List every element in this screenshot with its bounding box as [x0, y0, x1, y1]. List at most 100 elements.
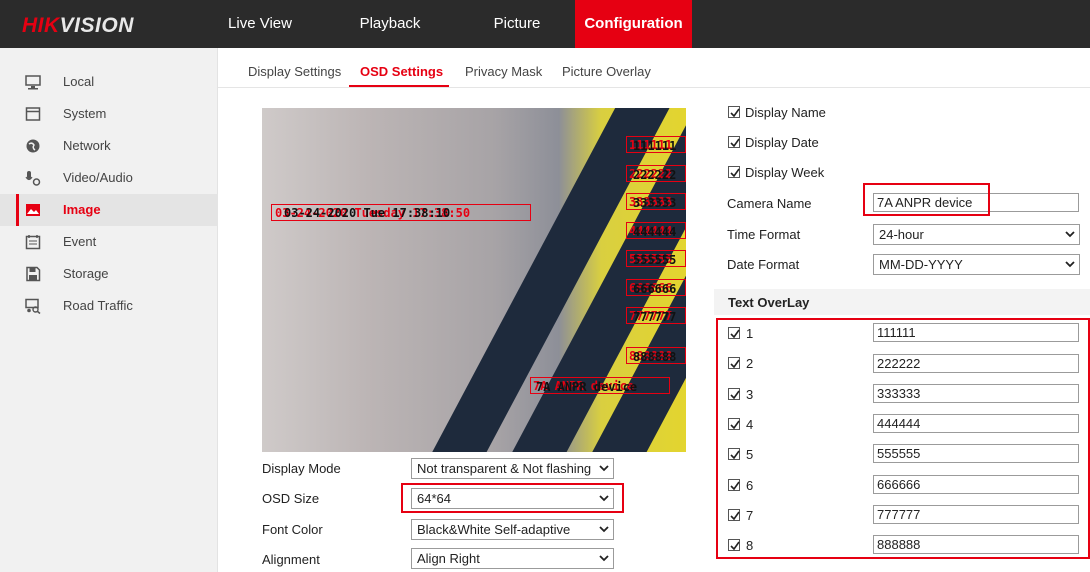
camera-name-label: Camera Name — [727, 196, 812, 211]
overlay-8-label: 8 — [746, 538, 754, 553]
tab-display-settings[interactable]: Display Settings — [248, 64, 341, 79]
highlight-box — [401, 483, 624, 513]
monitor-icon — [25, 75, 41, 90]
chevron-down-icon — [599, 465, 609, 472]
overlay-7-input[interactable]: 777777 — [873, 505, 1079, 524]
sidebar-item-label: Road Traffic — [63, 298, 133, 313]
nav-playback[interactable]: Playback — [350, 0, 430, 48]
overlay-4-input[interactable]: 444444 — [873, 414, 1079, 433]
osd-overlay-6[interactable]: 666666 666666 — [626, 279, 686, 296]
top-bar: HIKVISION Live View Playback Picture Con… — [0, 0, 1090, 48]
globe-icon — [26, 139, 40, 153]
overlay-6-input[interactable]: 666666 — [873, 475, 1079, 494]
osd-overlay-3[interactable]: 333333 333333 — [626, 193, 686, 210]
date-format-label: Date Format — [727, 257, 800, 272]
sidebar-item-label: Network — [63, 138, 111, 153]
window-icon — [25, 107, 41, 121]
time-format-select[interactable]: 24-hour — [873, 224, 1080, 245]
check-icon — [730, 511, 740, 521]
osd-overlay-2[interactable]: 222222 222222 — [626, 165, 686, 182]
overlay-8-input[interactable]: 888888 — [873, 535, 1079, 554]
highlight-box — [863, 183, 990, 216]
overlay-1-label: 1 — [746, 326, 754, 341]
sidebar-item-image[interactable]: Image — [0, 194, 218, 226]
display-date-checkbox[interactable] — [728, 136, 740, 148]
alignment-select[interactable]: Align Right — [411, 548, 614, 569]
sidebar-item-label: System — [63, 106, 107, 121]
tab-osd-settings[interactable]: OSD Settings — [360, 64, 443, 79]
osd-datetime-box[interactable]: 03-24-2020 Tuesday 17:38:50 03-24-2020 T… — [271, 204, 531, 221]
sidebar: Local System Network Video/Audio Image E… — [0, 48, 218, 572]
time-format-label: Time Format — [727, 227, 801, 242]
overlay-1-input[interactable]: 111111 — [873, 323, 1079, 342]
chevron-down-icon — [599, 555, 609, 562]
osd-camera-name-box[interactable]: 7A ANPR device 7A ANPR device — [530, 377, 670, 394]
tab-picture-overlay[interactable]: Picture Overlay — [562, 64, 651, 79]
check-icon — [730, 390, 740, 400]
nav-configuration[interactable]: Configuration — [575, 0, 692, 48]
sidebar-item-label: Storage — [63, 266, 109, 281]
check-icon — [730, 450, 740, 460]
overlay-7-checkbox[interactable] — [728, 509, 740, 521]
overlay-1-checkbox[interactable] — [728, 327, 740, 339]
alignment-label: Alignment — [262, 552, 320, 567]
check-icon — [730, 108, 740, 118]
tab-divider — [218, 87, 1090, 88]
overlay-7-label: 7 — [746, 508, 754, 523]
display-week-checkbox[interactable] — [728, 166, 740, 178]
calendar-icon — [25, 235, 41, 250]
nav-live-view[interactable]: Live View — [222, 0, 298, 48]
display-name-checkbox[interactable] — [728, 106, 740, 118]
hikvision-logo: HIKVISION — [22, 14, 134, 37]
date-format-select[interactable]: MM-DD-YYYY — [873, 254, 1080, 275]
osd-overlay-5[interactable]: 555555 555555 — [626, 250, 686, 267]
font-color-select[interactable]: Black&White Self-adaptive — [411, 519, 614, 540]
overlay-4-checkbox[interactable] — [728, 418, 740, 430]
check-icon — [730, 481, 740, 491]
overlay-5-label: 5 — [746, 447, 754, 462]
sidebar-item-label: Image — [63, 202, 101, 217]
overlay-5-checkbox[interactable] — [728, 448, 740, 460]
sidebar-item-storage[interactable]: Storage — [0, 258, 218, 290]
sidebar-item-network[interactable]: Network — [0, 130, 218, 162]
overlay-4-label: 4 — [746, 417, 754, 432]
overlay-3-checkbox[interactable] — [728, 388, 740, 400]
active-indicator — [16, 194, 19, 226]
osd-overlay-8[interactable]: 888888 888888 — [626, 347, 686, 364]
osd-preview-video[interactable]: 03-24-2020 Tuesday 17:38:50 03-24-2020 T… — [262, 108, 686, 452]
overlay-3-input[interactable]: 333333 — [873, 384, 1079, 403]
sidebar-item-label: Event — [63, 234, 97, 249]
overlay-6-checkbox[interactable] — [728, 479, 740, 491]
display-name-label: Display Name — [745, 105, 826, 120]
overlay-2-input[interactable]: 222222 — [873, 354, 1079, 373]
font-color-label: Font Color — [262, 522, 323, 537]
sidebar-item-label: Local — [63, 74, 95, 89]
overlay-8-checkbox[interactable] — [728, 539, 740, 551]
osd-overlay-4[interactable]: 444444 444444 — [626, 222, 686, 239]
active-tab-underline — [349, 85, 449, 87]
nav-picture[interactable]: Picture — [477, 0, 557, 48]
sidebar-item-local[interactable]: Local — [0, 66, 218, 98]
chevron-down-icon — [599, 526, 609, 533]
image-icon — [26, 204, 40, 216]
overlay-5-input[interactable]: 555555 — [873, 444, 1079, 463]
traffic-camera-icon — [25, 298, 41, 314]
chevron-down-icon — [1065, 261, 1075, 268]
microphone-icon — [25, 171, 41, 186]
sidebar-item-event[interactable]: Event — [0, 226, 218, 258]
sidebar-item-road-traffic[interactable]: Road Traffic — [0, 290, 218, 322]
save-disk-icon — [26, 266, 41, 282]
sidebar-item-video-audio[interactable]: Video/Audio — [0, 162, 218, 194]
check-icon — [730, 138, 740, 148]
chevron-down-icon — [1065, 231, 1075, 238]
display-mode-select[interactable]: Not transparent & Not flashing — [411, 458, 614, 479]
osd-overlay-1[interactable]: 111111 111111 — [626, 136, 686, 153]
osd-overlay-7[interactable]: 777777 777777 — [626, 307, 686, 324]
tab-privacy-mask[interactable]: Privacy Mask — [465, 64, 542, 79]
display-week-label: Display Week — [745, 165, 825, 180]
text-overlay-header: Text OverLay — [714, 289, 1090, 315]
overlay-2-checkbox[interactable] — [728, 357, 740, 369]
display-mode-label: Display Mode — [262, 461, 341, 476]
sidebar-item-label: Video/Audio — [63, 170, 133, 185]
sidebar-item-system[interactable]: System — [0, 98, 218, 130]
